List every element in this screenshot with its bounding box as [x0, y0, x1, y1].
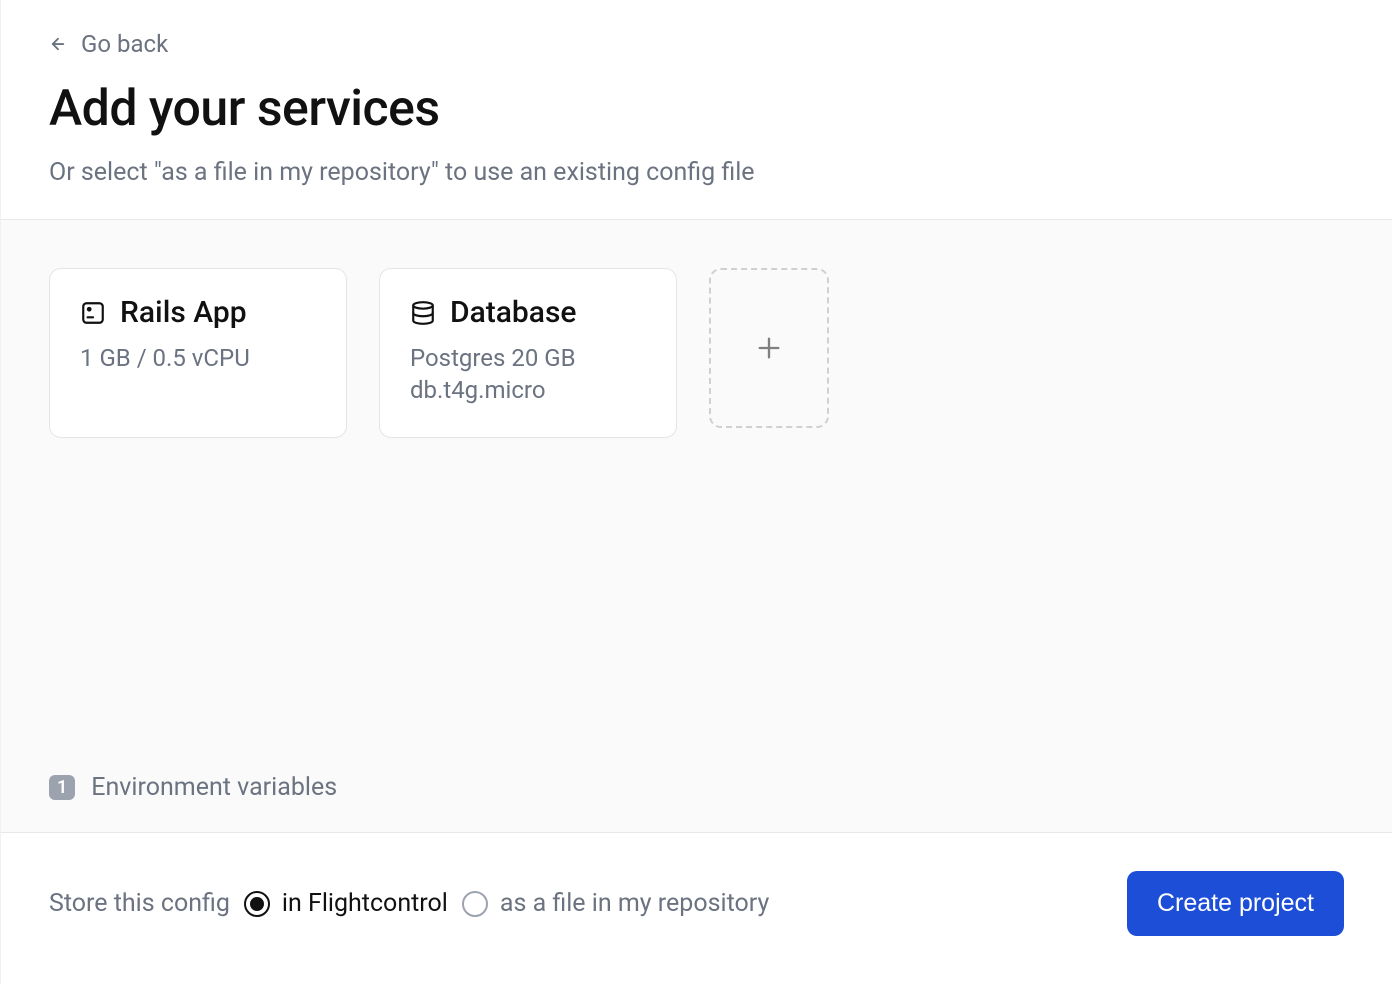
- store-config-label: Store this config: [49, 889, 230, 918]
- radio-label: as a file in my repository: [500, 889, 769, 918]
- database-icon: [410, 300, 436, 326]
- service-card-database[interactable]: Database Postgres 20 GB db.t4g.micro: [379, 268, 677, 438]
- service-card-title: Database: [450, 295, 576, 330]
- server-icon: [80, 300, 106, 326]
- service-card-rails-app[interactable]: Rails App 1 GB / 0.5 vCPU: [49, 268, 347, 438]
- service-card-header: Rails App: [80, 295, 316, 330]
- config-options: Store this config in Flightcontrol as a …: [49, 889, 769, 918]
- page-title: Add your services: [49, 80, 1344, 138]
- service-cards: Rails App 1 GB / 0.5 vCPU Database Post: [49, 268, 1344, 438]
- go-back-link[interactable]: Go back: [49, 30, 1344, 58]
- arrow-left-icon: [49, 35, 67, 53]
- service-card-subtitle: Postgres 20 GB db.t4g.micro: [410, 342, 646, 407]
- radio-label: in Flightcontrol: [282, 889, 448, 918]
- radio-option-repository[interactable]: as a file in my repository: [462, 889, 769, 918]
- header-section: Go back Add your services Or select "as …: [1, 0, 1392, 220]
- env-vars-count-badge: 1: [49, 775, 75, 800]
- page-subtitle: Or select "as a file in my repository" t…: [49, 158, 1344, 187]
- plus-icon: [755, 334, 783, 362]
- service-card-subtitle: 1 GB / 0.5 vCPU: [80, 342, 316, 374]
- radio-option-flightcontrol[interactable]: in Flightcontrol: [244, 889, 448, 918]
- service-card-header: Database: [410, 295, 646, 330]
- add-service-button[interactable]: [709, 268, 829, 428]
- footer-row: Store this config in Flightcontrol as a …: [1, 833, 1392, 984]
- bottom-section: 1 Environment variables Store this confi…: [1, 749, 1392, 984]
- env-vars-row[interactable]: 1 Environment variables: [1, 749, 1392, 833]
- service-card-title: Rails App: [120, 295, 247, 330]
- content-section: Rails App 1 GB / 0.5 vCPU Database Post: [1, 220, 1392, 749]
- radio-icon: [244, 891, 270, 917]
- radio-icon: [462, 891, 488, 917]
- env-vars-label: Environment variables: [91, 773, 337, 802]
- go-back-label: Go back: [81, 30, 168, 58]
- create-project-button[interactable]: Create project: [1127, 871, 1344, 936]
